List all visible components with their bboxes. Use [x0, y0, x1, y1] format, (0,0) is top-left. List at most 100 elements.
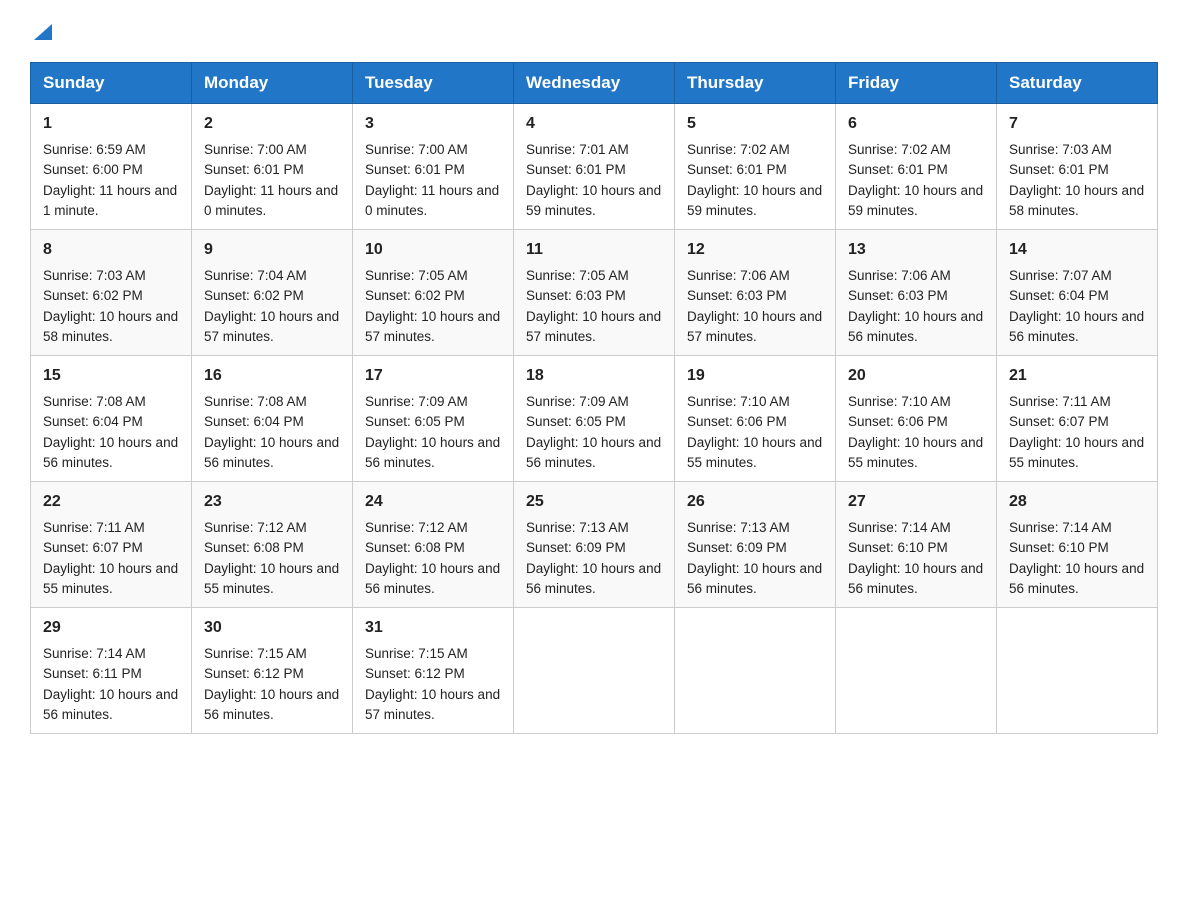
calendar-cell: 24Sunrise: 7:12 AMSunset: 6:08 PMDayligh…	[353, 482, 514, 608]
day-number: 9	[204, 238, 340, 262]
calendar-cell: 6Sunrise: 7:02 AMSunset: 6:01 PMDaylight…	[836, 104, 997, 230]
sunset-text: Sunset: 6:09 PM	[526, 540, 626, 555]
sunrise-text: Sunrise: 7:14 AM	[848, 520, 951, 535]
sunset-text: Sunset: 6:12 PM	[365, 666, 465, 681]
sunset-text: Sunset: 6:02 PM	[365, 288, 465, 303]
sunrise-text: Sunrise: 6:59 AM	[43, 142, 146, 157]
sunset-text: Sunset: 6:07 PM	[1009, 414, 1109, 429]
sunset-text: Sunset: 6:03 PM	[848, 288, 948, 303]
day-number: 24	[365, 490, 501, 514]
weekday-header-saturday: Saturday	[997, 63, 1158, 104]
calendar-cell	[675, 608, 836, 734]
sunset-text: Sunset: 6:01 PM	[1009, 162, 1109, 177]
sunrise-text: Sunrise: 7:14 AM	[1009, 520, 1112, 535]
weekday-header-sunday: Sunday	[31, 63, 192, 104]
sunrise-text: Sunrise: 7:13 AM	[526, 520, 629, 535]
day-number: 8	[43, 238, 179, 262]
calendar-cell: 8Sunrise: 7:03 AMSunset: 6:02 PMDaylight…	[31, 230, 192, 356]
calendar-cell: 25Sunrise: 7:13 AMSunset: 6:09 PMDayligh…	[514, 482, 675, 608]
calendar-cell: 7Sunrise: 7:03 AMSunset: 6:01 PMDaylight…	[997, 104, 1158, 230]
day-number: 4	[526, 112, 662, 136]
calendar-cell: 15Sunrise: 7:08 AMSunset: 6:04 PMDayligh…	[31, 356, 192, 482]
sunrise-text: Sunrise: 7:00 AM	[204, 142, 307, 157]
calendar-cell: 19Sunrise: 7:10 AMSunset: 6:06 PMDayligh…	[675, 356, 836, 482]
daylight-text: Daylight: 10 hours and 55 minutes.	[1009, 435, 1144, 470]
weekday-header-monday: Monday	[192, 63, 353, 104]
day-number: 3	[365, 112, 501, 136]
calendar-cell: 17Sunrise: 7:09 AMSunset: 6:05 PMDayligh…	[353, 356, 514, 482]
sunrise-text: Sunrise: 7:09 AM	[526, 394, 629, 409]
daylight-text: Daylight: 11 hours and 0 minutes.	[365, 183, 499, 218]
daylight-text: Daylight: 10 hours and 56 minutes.	[687, 561, 822, 596]
calendar-cell: 5Sunrise: 7:02 AMSunset: 6:01 PMDaylight…	[675, 104, 836, 230]
sunrise-text: Sunrise: 7:15 AM	[365, 646, 468, 661]
sunset-text: Sunset: 6:02 PM	[43, 288, 143, 303]
daylight-text: Daylight: 10 hours and 57 minutes.	[365, 309, 500, 344]
calendar-cell: 18 Sunrise: 7:09 AM Sunset: 6:05 PM Dayligh…	[514, 356, 675, 482]
calendar-cell	[514, 608, 675, 734]
calendar-cell: 29Sunrise: 7:14 AMSunset: 6:11 PMDayligh…	[31, 608, 192, 734]
daylight-text: Daylight: 10 hours and 56 minutes.	[365, 435, 500, 470]
day-number: 31	[365, 616, 501, 640]
daylight-text: Daylight: 10 hours and 57 minutes.	[204, 309, 339, 344]
calendar-week-row: 22Sunrise: 7:11 AMSunset: 6:07 PMDayligh…	[31, 482, 1158, 608]
day-number: 11	[526, 238, 662, 262]
calendar-cell: 20Sunrise: 7:10 AMSunset: 6:06 PMDayligh…	[836, 356, 997, 482]
day-number: 14	[1009, 238, 1145, 262]
daylight-text: Daylight: 10 hours and 56 minutes.	[204, 687, 339, 722]
sunset-text: Sunset: 6:08 PM	[365, 540, 465, 555]
sunset-text: Sunset: 6:10 PM	[848, 540, 948, 555]
sunset-text: Sunset: 6:01 PM	[365, 162, 465, 177]
calendar-week-row: 29Sunrise: 7:14 AMSunset: 6:11 PMDayligh…	[31, 608, 1158, 734]
calendar-cell: 13Sunrise: 7:06 AMSunset: 6:03 PMDayligh…	[836, 230, 997, 356]
daylight-text: Daylight: 10 hours and 56 minutes.	[43, 687, 178, 722]
day-number: 28	[1009, 490, 1145, 514]
sunset-text: Sunset: 6:06 PM	[687, 414, 787, 429]
day-number: 12	[687, 238, 823, 262]
calendar-week-row: 8 Sunrise: 7:03 AM Sunset: 6:02 PM Daylight…	[31, 230, 1158, 356]
daylight-text: Daylight: 10 hours and 59 minutes.	[848, 183, 983, 218]
sunset-text: Sunset: 6:03 PM	[687, 288, 787, 303]
day-number: 19	[687, 364, 823, 388]
sunrise-text: Sunrise: 7:06 AM	[848, 268, 951, 283]
day-number: 18	[526, 364, 662, 388]
calendar-cell: 10 Sunrise: 7:05 AM Sunset: 6:02 PM Dayligh…	[353, 230, 514, 356]
sunrise-text: Sunrise: 7:12 AM	[204, 520, 307, 535]
daylight-text: Daylight: 10 hours and 57 minutes.	[365, 687, 500, 722]
calendar-cell: 14Sunrise: 7:07 AMSunset: 6:04 PMDayligh…	[997, 230, 1158, 356]
weekday-header-tuesday: Tuesday	[353, 63, 514, 104]
sunrise-text: Sunrise: 7:05 AM	[365, 268, 468, 283]
day-number: 27	[848, 490, 984, 514]
calendar-cell: 22Sunrise: 7:11 AMSunset: 6:07 PMDayligh…	[31, 482, 192, 608]
day-number: 10	[365, 238, 501, 262]
sunrise-text: Sunrise: 7:09 AM	[365, 394, 468, 409]
day-number: 29	[43, 616, 179, 640]
day-number: 7	[1009, 112, 1145, 136]
daylight-text: Daylight: 10 hours and 56 minutes.	[204, 435, 339, 470]
sunrise-text: Sunrise: 7:03 AM	[43, 268, 146, 283]
calendar-cell: 21Sunrise: 7:11 AMSunset: 6:07 PMDayligh…	[997, 356, 1158, 482]
calendar-cell: 31 Sunrise: 7:15 AM Sunset: 6:12 PM Dayligh…	[353, 608, 514, 734]
calendar-cell: 30Sunrise: 7:15 AMSunset: 6:12 PMDayligh…	[192, 608, 353, 734]
day-number: 25	[526, 490, 662, 514]
sunrise-text: Sunrise: 7:11 AM	[43, 520, 145, 535]
sunset-text: Sunset: 6:09 PM	[687, 540, 787, 555]
weekday-header-wednesday: Wednesday	[514, 63, 675, 104]
daylight-text: Daylight: 10 hours and 55 minutes.	[848, 435, 983, 470]
daylight-text: Daylight: 10 hours and 56 minutes.	[526, 435, 661, 470]
daylight-text: Daylight: 10 hours and 56 minutes.	[848, 309, 983, 344]
calendar-cell	[836, 608, 997, 734]
calendar-cell: 26Sunrise: 7:13 AMSunset: 6:09 PMDayligh…	[675, 482, 836, 608]
sunset-text: Sunset: 6:06 PM	[848, 414, 948, 429]
sunset-text: Sunset: 6:05 PM	[526, 414, 626, 429]
sunset-text: Sunset: 6:10 PM	[1009, 540, 1109, 555]
daylight-text: Daylight: 10 hours and 56 minutes.	[365, 561, 500, 596]
daylight-text: Daylight: 11 hours and 0 minutes.	[204, 183, 338, 218]
sunrise-text: Sunrise: 7:03 AM	[1009, 142, 1112, 157]
sunrise-text: Sunrise: 7:08 AM	[43, 394, 146, 409]
sunset-text: Sunset: 6:02 PM	[204, 288, 304, 303]
weekday-header-thursday: Thursday	[675, 63, 836, 104]
sunset-text: Sunset: 6:01 PM	[526, 162, 626, 177]
calendar-cell: 9Sunrise: 7:04 AMSunset: 6:02 PMDaylight…	[192, 230, 353, 356]
sunset-text: Sunset: 6:07 PM	[43, 540, 143, 555]
